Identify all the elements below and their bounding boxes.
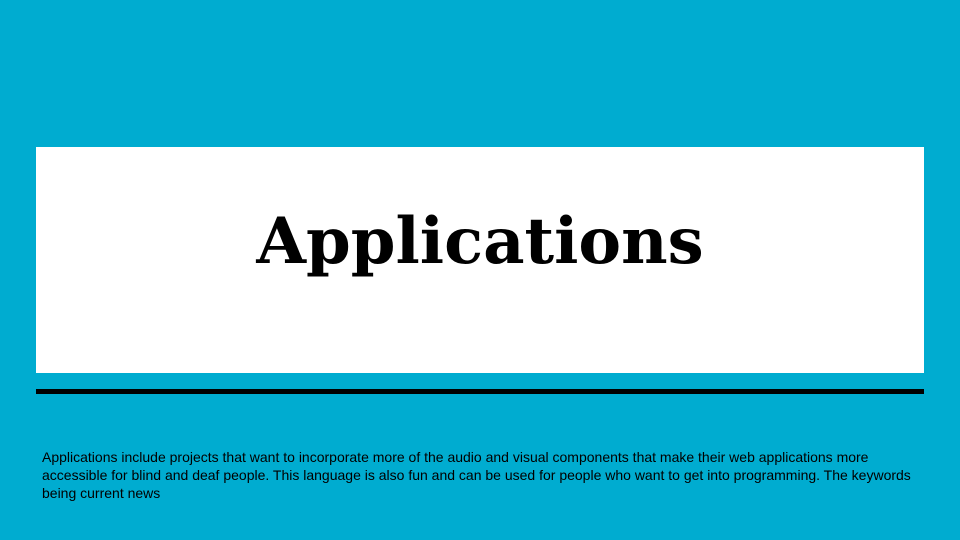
divider-line	[36, 389, 924, 394]
slide: Applications Applications include projec…	[0, 0, 960, 540]
slide-body-text: Applications include projects that want …	[42, 449, 911, 501]
slide-title: Applications	[256, 203, 704, 279]
title-box: Applications	[36, 147, 924, 373]
